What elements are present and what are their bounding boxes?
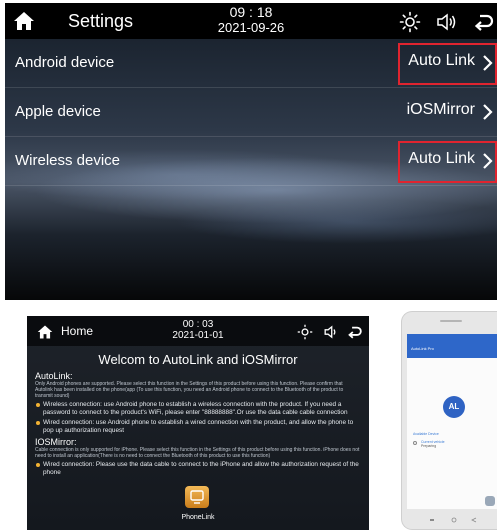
section-heading: IOSMirror: bbox=[35, 437, 77, 447]
device-item[interactable]: Current vehicle Preparing bbox=[421, 440, 445, 448]
brightness-icon[interactable] bbox=[297, 324, 313, 340]
app-title: AutoLink Pro bbox=[411, 346, 434, 351]
screen-icon bbox=[190, 490, 204, 504]
settings-list: Android device Auto Link Apple device iO… bbox=[5, 39, 497, 186]
row-label: Wireless device bbox=[15, 152, 121, 169]
wifi-icon[interactable] bbox=[485, 496, 495, 506]
highlight-box bbox=[398, 141, 497, 183]
phone-speaker bbox=[440, 320, 462, 322]
wireless-device-row[interactable]: Wireless device Auto Link bbox=[5, 137, 497, 186]
clock: 09 : 18 2021-09-26 bbox=[5, 4, 497, 36]
row-value: iOSMirror bbox=[406, 101, 475, 118]
phonelink-app-icon[interactable] bbox=[185, 486, 209, 508]
row-label: Android device bbox=[15, 54, 115, 71]
list-item: Wireless connection: use Android phone t… bbox=[35, 401, 361, 417]
clock-time: 09 : 18 bbox=[229, 4, 273, 20]
radio-icon[interactable] bbox=[413, 441, 417, 445]
back-icon[interactable] bbox=[347, 324, 363, 340]
section-note: Cable connection is only supported for i… bbox=[35, 447, 360, 459]
clock-date: 2021-09-26 bbox=[217, 20, 285, 35]
section-note: Only Android phones are supported. Pleas… bbox=[35, 381, 344, 399]
phone-mockup: AutoLink Pro AL Available Device Current… bbox=[401, 311, 497, 530]
brightness-icon[interactable] bbox=[399, 11, 421, 33]
apple-device-row[interactable]: Apple device iOSMirror bbox=[5, 88, 497, 137]
list-item: Wired connection: use Android phone to e… bbox=[35, 419, 361, 435]
app-logo: AL bbox=[443, 396, 465, 418]
clock-date: 2021-01-01 bbox=[172, 330, 224, 341]
section-label: Available Device bbox=[413, 432, 439, 436]
clock: 00 : 03 2021-01-01 bbox=[27, 319, 369, 341]
phone-screen: AutoLink Pro AL Available Device Current… bbox=[407, 334, 497, 509]
home-screen: Home 00 : 03 2021-01-01 Welcom to AutoLi… bbox=[27, 316, 369, 530]
row-label: Apple device bbox=[15, 103, 101, 120]
device-status: Preparing bbox=[421, 444, 437, 448]
list-item: Wired connection: Please use the data ca… bbox=[35, 461, 361, 477]
volume-icon[interactable] bbox=[323, 324, 339, 340]
app-bar: AutoLink Pro bbox=[407, 334, 497, 358]
android-device-row[interactable]: Android device Auto Link bbox=[5, 39, 497, 88]
volume-icon[interactable] bbox=[435, 11, 457, 33]
settings-header: Settings 09 : 18 2021-09-26 bbox=[5, 3, 497, 39]
clock-time: 00 : 03 bbox=[182, 319, 214, 330]
section-heading: AutoLink: bbox=[35, 371, 73, 381]
settings-screen: Settings 09 : 18 2021-09-26 Android devi… bbox=[5, 3, 497, 300]
highlight-box bbox=[398, 43, 497, 85]
welcome-heading: Welcom to AutoLink and iOSMirror bbox=[98, 352, 298, 367]
app-label[interactable]: PhoneLink bbox=[27, 514, 369, 521]
chevron-right-icon bbox=[483, 104, 493, 120]
nav-bar-icons bbox=[430, 517, 477, 523]
instructions: AutoLink: Only Android phones are suppor… bbox=[35, 369, 361, 477]
back-icon[interactable] bbox=[473, 11, 495, 33]
home-header: Home 00 : 03 2021-01-01 bbox=[27, 316, 369, 346]
